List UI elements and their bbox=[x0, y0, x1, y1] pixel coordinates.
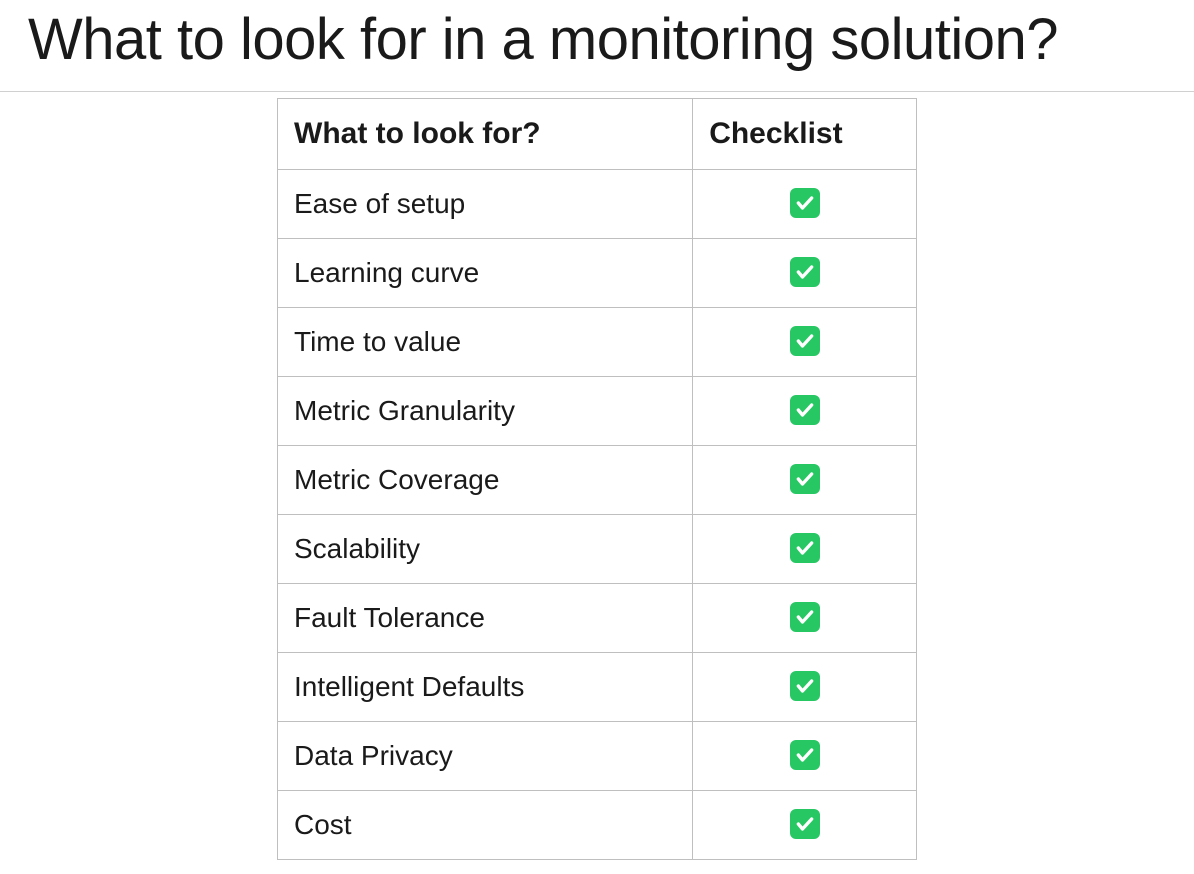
table-row: Fault Tolerance bbox=[278, 584, 917, 653]
feature-check-cell bbox=[693, 791, 917, 860]
checkmark-icon bbox=[790, 602, 820, 632]
checkmark-icon bbox=[790, 326, 820, 356]
table-header-feature: What to look for? bbox=[278, 99, 693, 170]
feature-label: Fault Tolerance bbox=[278, 584, 693, 653]
checkmark-icon bbox=[790, 533, 820, 563]
feature-check-cell bbox=[693, 170, 917, 239]
table-row: Metric Coverage bbox=[278, 446, 917, 515]
checklist-table: What to look for? Checklist Ease of setu… bbox=[277, 98, 917, 860]
table-row: Data Privacy bbox=[278, 722, 917, 791]
table-row: Time to value bbox=[278, 308, 917, 377]
table-row: Cost bbox=[278, 791, 917, 860]
feature-label: Metric Coverage bbox=[278, 446, 693, 515]
table-container: What to look for? Checklist Ease of setu… bbox=[0, 92, 1194, 860]
table-body: Ease of setup Learning curve Time to val… bbox=[278, 170, 917, 860]
checkmark-icon bbox=[790, 464, 820, 494]
feature-check-cell bbox=[693, 722, 917, 791]
table-header-row: What to look for? Checklist bbox=[278, 99, 917, 170]
checkmark-icon bbox=[790, 188, 820, 218]
feature-check-cell bbox=[693, 308, 917, 377]
feature-check-cell bbox=[693, 377, 917, 446]
feature-label: Metric Granularity bbox=[278, 377, 693, 446]
table-row: Scalability bbox=[278, 515, 917, 584]
checkmark-icon bbox=[790, 257, 820, 287]
checkmark-icon bbox=[790, 671, 820, 701]
feature-label: Intelligent Defaults bbox=[278, 653, 693, 722]
checkmark-icon bbox=[790, 395, 820, 425]
feature-label: Data Privacy bbox=[278, 722, 693, 791]
feature-label: Learning curve bbox=[278, 239, 693, 308]
page-title: What to look for in a monitoring solutio… bbox=[0, 0, 1194, 92]
feature-check-cell bbox=[693, 653, 917, 722]
table-row: Metric Granularity bbox=[278, 377, 917, 446]
table-row: Learning curve bbox=[278, 239, 917, 308]
checkmark-icon bbox=[790, 740, 820, 770]
table-row: Ease of setup bbox=[278, 170, 917, 239]
feature-check-cell bbox=[693, 239, 917, 308]
feature-label: Scalability bbox=[278, 515, 693, 584]
feature-check-cell bbox=[693, 446, 917, 515]
feature-check-cell bbox=[693, 515, 917, 584]
table-header-checklist: Checklist bbox=[693, 99, 917, 170]
feature-check-cell bbox=[693, 584, 917, 653]
table-row: Intelligent Defaults bbox=[278, 653, 917, 722]
feature-label: Ease of setup bbox=[278, 170, 693, 239]
feature-label: Cost bbox=[278, 791, 693, 860]
feature-label: Time to value bbox=[278, 308, 693, 377]
checkmark-icon bbox=[790, 809, 820, 839]
